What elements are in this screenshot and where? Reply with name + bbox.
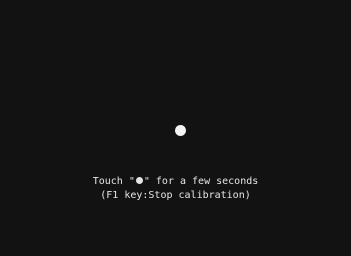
instruction-line-touch: Touch " " for a few seconds [0,175,351,189]
instruction-touch-prefix: Touch " [92,176,135,187]
calibration-screen[interactable]: Touch " " for a few seconds (F1 key:Stop … [0,0,351,256]
instruction-line-stop: (F1 key:Stop calibration) [100,190,251,201]
calibration-target-icon[interactable] [175,125,186,136]
instruction-touch-suffix: " for a few seconds [143,176,259,187]
filled-circle-icon [135,177,143,184]
calibration-instructions: Touch " " for a few seconds (F1 key:Stop … [0,175,351,203]
